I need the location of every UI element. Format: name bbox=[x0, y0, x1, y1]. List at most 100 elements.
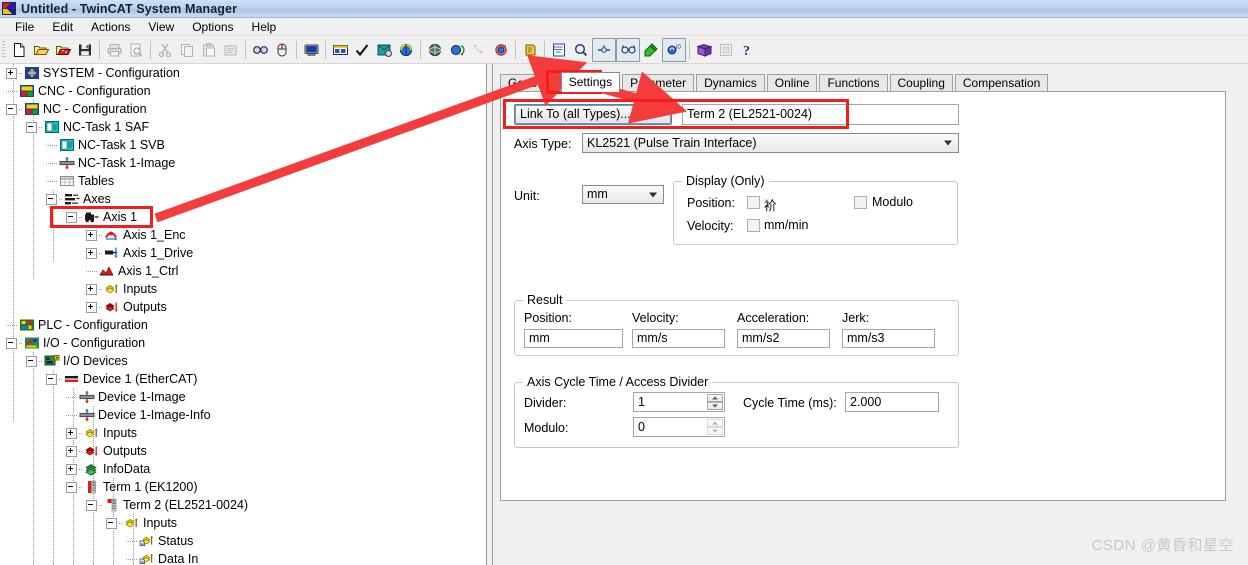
show-links-icon[interactable] bbox=[616, 38, 640, 62]
copy-icon[interactable] bbox=[176, 39, 198, 61]
save-icon[interactable] bbox=[74, 39, 96, 61]
expand-icon[interactable] bbox=[86, 247, 97, 259]
find-icon[interactable] bbox=[249, 39, 271, 61]
cut-icon[interactable] bbox=[154, 39, 176, 61]
tab-strip[interactable]: General Settings Parameter Dynamics Onli… bbox=[500, 72, 1050, 92]
cycle-modulo-spinner-down[interactable] bbox=[707, 427, 723, 435]
tree-item-nc-task-1-image[interactable]: NC-Task 1-Image bbox=[46, 154, 175, 172]
scan-devices-icon[interactable] bbox=[446, 39, 468, 61]
collapse-icon[interactable] bbox=[6, 103, 17, 115]
toolbar-grip[interactable] bbox=[2, 41, 5, 59]
menu-item-options[interactable]: Options bbox=[183, 19, 242, 35]
menu-item-help[interactable]: Help bbox=[243, 19, 286, 35]
collapse-icon[interactable] bbox=[46, 373, 57, 385]
collapse-icon[interactable] bbox=[6, 337, 17, 349]
divider-spinner[interactable] bbox=[707, 394, 723, 410]
expand-icon[interactable] bbox=[6, 67, 17, 79]
collapse-icon[interactable] bbox=[46, 193, 57, 205]
tree-item-system-configuration[interactable]: SYSTEM - Configuration bbox=[6, 64, 180, 82]
help-icon[interactable]: ? bbox=[737, 39, 759, 61]
result-acceleration-field[interactable]: mm/s2 bbox=[737, 329, 830, 348]
display-position-checkbox[interactable] bbox=[747, 196, 760, 209]
expand-icon[interactable] bbox=[86, 283, 97, 295]
tree-item-cnc-configuration[interactable]: CNC - Configuration bbox=[6, 82, 151, 100]
print-icon[interactable] bbox=[103, 39, 125, 61]
export-icon[interactable] bbox=[715, 39, 737, 61]
reload-io-devices-icon[interactable] bbox=[490, 39, 512, 61]
tree-item-device-1-ethercat[interactable]: Device 1 (EtherCAT) bbox=[46, 370, 197, 388]
paste-icon[interactable] bbox=[198, 39, 220, 61]
expand-icon[interactable] bbox=[66, 427, 77, 439]
result-jerk-field[interactable]: mm/s3 bbox=[842, 329, 935, 348]
cycle-time-field[interactable]: 2.000 bbox=[845, 392, 939, 412]
tab-parameter[interactable]: Parameter bbox=[622, 74, 695, 92]
tree-item-i-o-configuration[interactable]: I/O - Configuration bbox=[6, 334, 145, 352]
expand-icon[interactable] bbox=[66, 445, 77, 457]
expand-icon[interactable] bbox=[86, 229, 97, 241]
open-folder-icon[interactable] bbox=[30, 39, 52, 61]
tree-item-nc-configuration[interactable]: NC - Configuration bbox=[6, 100, 147, 118]
tree-item-plc-configuration[interactable]: PLC - Configuration bbox=[6, 316, 148, 334]
tree-item-inputs[interactable]: Inputs bbox=[66, 424, 137, 442]
tree-item-nc-task-1-svb[interactable]: NC-Task 1 SVB bbox=[46, 136, 165, 154]
tree-item-nc-task-1-saf[interactable]: NC-Task 1 SAF bbox=[26, 118, 149, 136]
tree-item-inputs[interactable]: Inputs bbox=[86, 280, 157, 298]
cycle-modulo-spinner-up[interactable] bbox=[707, 419, 723, 427]
tree-item-i-o-devices[interactable]: I/O Devices bbox=[26, 352, 128, 370]
tree-item-device-1-image-info[interactable]: Device 1-Image-Info bbox=[66, 406, 211, 424]
divider-spinner-down[interactable] bbox=[707, 402, 723, 410]
paste-special-icon[interactable] bbox=[220, 39, 242, 61]
menu-item-view[interactable]: View bbox=[139, 19, 183, 35]
check-configuration-icon[interactable] bbox=[351, 39, 373, 61]
tab-coupling[interactable]: Coupling bbox=[889, 74, 953, 92]
unit-select[interactable]: mm bbox=[582, 185, 664, 204]
tab-online[interactable]: Online bbox=[766, 74, 818, 92]
zoom-icon[interactable] bbox=[570, 39, 592, 61]
divider-stepper[interactable]: 1 bbox=[633, 392, 725, 412]
show-online-data-icon[interactable] bbox=[329, 39, 351, 61]
tree-item-outputs[interactable]: Outputs bbox=[66, 442, 147, 460]
configuration-tree[interactable]: SYSTEM - Configuration CNC - Configuratio… bbox=[0, 64, 487, 565]
tree-item-status[interactable]: Status bbox=[126, 532, 193, 550]
menu-item-edit[interactable]: Edit bbox=[43, 19, 82, 35]
documentation-icon[interactable] bbox=[693, 39, 715, 61]
change-id-icon[interactable]: ID bbox=[662, 38, 686, 62]
menu-item-actions[interactable]: Actions bbox=[82, 19, 139, 35]
tab-compensation[interactable]: Compensation bbox=[954, 74, 1049, 92]
online-write-icon[interactable] bbox=[640, 39, 662, 61]
activate-configuration-icon[interactable] bbox=[373, 39, 395, 61]
new-document-icon[interactable] bbox=[8, 39, 30, 61]
collapse-icon[interactable] bbox=[66, 481, 77, 493]
reload-devices-icon[interactable] bbox=[424, 39, 446, 61]
panel-splitter[interactable] bbox=[486, 64, 494, 565]
tab-dynamics[interactable]: Dynamics bbox=[696, 74, 765, 92]
collapse-icon[interactable] bbox=[86, 499, 97, 511]
tree-item-infodata[interactable]: InfoData bbox=[66, 460, 150, 478]
mouse-select-icon[interactable] bbox=[271, 39, 293, 61]
choose-target-system-icon[interactable] bbox=[300, 39, 322, 61]
restart-twincat-icon[interactable] bbox=[395, 39, 417, 61]
axis-type-select[interactable]: KL2521 (Pulse Train Interface) bbox=[582, 133, 959, 153]
tree-item-term-1-ek1200[interactable]: Term 1 (EK1200) bbox=[66, 478, 197, 496]
menu-item-file[interactable]: File bbox=[6, 19, 43, 35]
append-box-icon[interactable] bbox=[519, 39, 541, 61]
tree-item-outputs[interactable]: Outputs bbox=[86, 298, 167, 316]
collapse-icon[interactable] bbox=[26, 121, 37, 133]
tree-item-inputs[interactable]: Inputs bbox=[106, 514, 177, 532]
tab-settings[interactable]: Settings bbox=[560, 72, 621, 92]
tree-item-axis-1-ctrl[interactable]: Axis 1_Ctrl bbox=[86, 262, 178, 280]
tree-item-term-2-el2521-0024[interactable]: Term 2 (EL2521-0024) bbox=[86, 496, 248, 514]
link-variable-icon[interactable] bbox=[592, 38, 616, 62]
collapse-icon[interactable] bbox=[26, 355, 37, 367]
expand-icon[interactable] bbox=[66, 463, 77, 475]
print-preview-icon[interactable] bbox=[125, 39, 147, 61]
tab-functions[interactable]: Functions bbox=[819, 74, 888, 92]
result-position-field[interactable]: mm bbox=[524, 329, 623, 348]
display-modulo-checkbox[interactable] bbox=[854, 196, 867, 209]
tree-item-device-1-image[interactable]: Device 1-Image bbox=[66, 388, 186, 406]
collapse-icon[interactable] bbox=[106, 517, 117, 529]
tree-item-tables[interactable]: Tables bbox=[46, 172, 114, 190]
expand-icon[interactable] bbox=[86, 301, 97, 313]
result-velocity-field[interactable]: mm/s bbox=[632, 329, 725, 348]
divider-spinner-up[interactable] bbox=[707, 394, 723, 402]
